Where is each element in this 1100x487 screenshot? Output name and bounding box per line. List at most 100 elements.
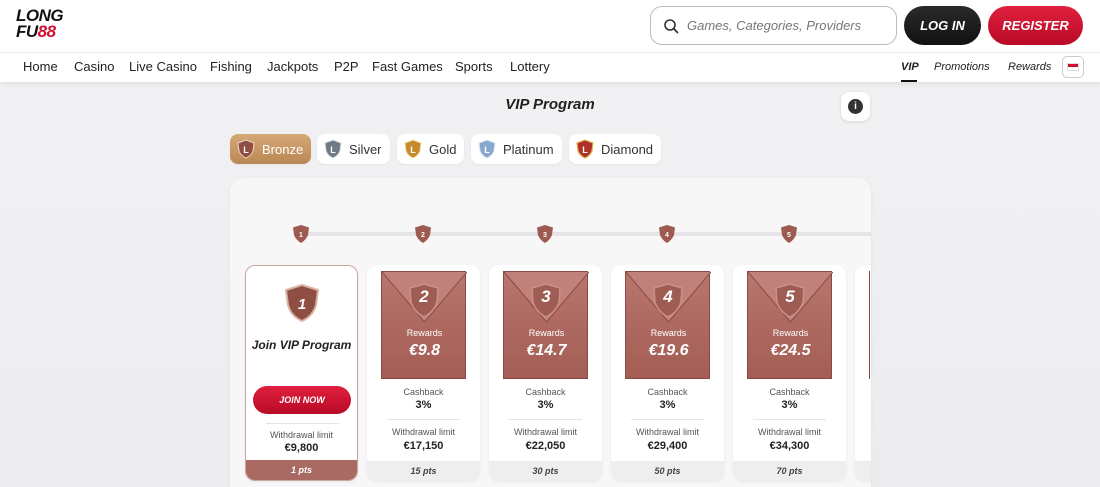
level-card-4: 4 Rewards €19.6 Cashback 3% Withdrawal l…: [611, 265, 724, 481]
logo-line2a: FU: [16, 22, 38, 41]
rewards-label: Rewards: [528, 328, 565, 338]
points-footer: 15 pts: [367, 461, 480, 481]
tier-tab-diamond[interactable]: L Diamond: [569, 134, 662, 164]
rewards-label: Rewards: [650, 328, 687, 338]
nav-item-fast-games[interactable]: Fast Games: [372, 59, 443, 74]
divider: [753, 419, 826, 420]
search-box[interactable]: [650, 6, 897, 45]
nav-item-home[interactable]: Home: [23, 59, 58, 74]
cashback-value: 3%: [659, 399, 676, 411]
nav-item-vip[interactable]: VIP: [901, 61, 919, 73]
nav-item-p2p[interactable]: P2P: [334, 59, 359, 74]
svg-text:L: L: [330, 145, 336, 155]
rewards-label: Rewards: [406, 328, 443, 338]
withdrawal-value: €22,050: [525, 440, 566, 452]
points-footer: 70 pts: [733, 461, 846, 481]
svg-text:L: L: [484, 145, 490, 155]
nav-item-lottery[interactable]: Lottery: [510, 59, 550, 74]
cashback-value: 3%: [537, 399, 554, 411]
tier-label: Diamond: [601, 141, 654, 157]
svg-text:1: 1: [299, 232, 303, 239]
register-button[interactable]: REGISTER: [988, 6, 1083, 45]
divider: [387, 419, 460, 420]
rewards-value: €14.7: [526, 342, 567, 359]
nav-item-sports[interactable]: Sports: [455, 59, 493, 74]
step-marker-5: 5: [781, 225, 797, 243]
nav-item-live-casino[interactable]: Live Casino: [129, 59, 197, 74]
svg-text:2: 2: [421, 232, 425, 239]
tier-tab-bronze[interactable]: L Bronze: [230, 134, 312, 164]
level-number: 5: [785, 287, 795, 306]
svg-text:3: 3: [543, 232, 547, 239]
svg-text:L: L: [410, 145, 416, 155]
tier-label: Bronze: [262, 141, 304, 157]
level-number: 2: [419, 287, 429, 306]
rewards-label: Rewards: [772, 328, 809, 338]
diamond-badge-icon: L: [576, 139, 594, 159]
level-shield-icon: 1: [284, 283, 320, 323]
level-card-5: 5 Rewards €24.5 Cashback 3% Withdrawal l…: [733, 265, 846, 481]
withdrawal-value: €29,400: [647, 440, 688, 452]
logo-line2b: 88: [37, 22, 56, 41]
rewards-value: €9.8: [408, 342, 441, 359]
points-footer: 50 pts: [611, 461, 724, 481]
reward-envelope: 4 Rewards €19.6: [625, 271, 711, 379]
logo[interactable]: LONG FU88: [16, 7, 76, 44]
svg-text:4: 4: [665, 232, 669, 239]
tier-label: Platinum: [503, 141, 554, 157]
search-icon: [664, 18, 679, 33]
svg-text:5: 5: [787, 232, 791, 239]
step-marker-4: 4: [659, 225, 675, 243]
divider: [631, 419, 704, 420]
reward-envelope: 3 Rewards €14.7: [503, 271, 589, 379]
platinum-badge-icon: L: [478, 139, 496, 159]
nav-item-rewards[interactable]: Rewards: [1008, 61, 1051, 73]
join-now-button[interactable]: JOIN NOW: [253, 386, 351, 414]
step-marker-3: 3: [537, 225, 553, 243]
points-footer: 30 pts: [489, 461, 602, 481]
cashback-label: Cashback: [769, 387, 810, 397]
join-card-title: Join VIP Program: [251, 338, 352, 352]
cashback-label: Cashback: [525, 387, 566, 397]
level-card-next-partial: [855, 265, 871, 481]
cashback-label: Cashback: [647, 387, 688, 397]
page-title: VIP Program: [505, 96, 595, 113]
level-card-2: 2 Rewards €9.8 Cashback 3% Withdrawal li…: [367, 265, 480, 481]
points-footer: [855, 461, 871, 481]
withdrawal-label: Withdrawal limit: [391, 427, 455, 437]
gold-badge-icon: L: [404, 139, 422, 159]
tier-tab-platinum[interactable]: L Platinum: [471, 134, 562, 164]
tier-tab-silver[interactable]: L Silver: [317, 134, 390, 164]
step-marker-1: 1: [293, 225, 309, 243]
info-icon: i: [848, 99, 863, 114]
nav-item-fishing[interactable]: Fishing: [210, 59, 252, 74]
language-selector[interactable]: [1062, 56, 1084, 78]
nav-item-casino[interactable]: Casino: [74, 59, 114, 74]
flag-icon: [1067, 63, 1079, 71]
cashback-value: 3%: [781, 399, 798, 411]
search-input[interactable]: [687, 18, 887, 33]
step-marker-2: 2: [415, 225, 431, 243]
divider: [509, 419, 582, 420]
divider: [266, 423, 339, 424]
rewards-value: €24.5: [770, 342, 811, 359]
login-button[interactable]: LOG IN: [904, 6, 981, 45]
withdrawal-value: €34,300: [769, 440, 810, 452]
withdrawal-value: €9,800: [284, 442, 319, 454]
svg-text:L: L: [582, 145, 588, 155]
tier-label: Gold: [429, 141, 457, 157]
info-button[interactable]: i: [841, 92, 870, 121]
active-tab-underline: [901, 80, 917, 82]
level-number: 3: [541, 287, 551, 306]
rewards-value: €19.6: [648, 342, 689, 359]
withdrawal-label: Withdrawal limit: [635, 427, 699, 437]
main-nav: Home Casino Live Casino Fishing Jackpots…: [0, 52, 1100, 82]
level-number: 4: [663, 287, 673, 306]
bronze-badge-icon: L: [237, 139, 255, 159]
level-card-3: 3 Rewards €14.7 Cashback 3% Withdrawal l…: [489, 265, 602, 481]
withdrawal-label: Withdrawal limit: [513, 427, 577, 437]
nav-item-jackpots[interactable]: Jackpots: [267, 59, 318, 74]
withdrawal-label: Withdrawal limit: [269, 430, 333, 440]
nav-item-promotions[interactable]: Promotions: [934, 61, 990, 73]
tier-tab-gold[interactable]: L Gold: [397, 134, 465, 164]
